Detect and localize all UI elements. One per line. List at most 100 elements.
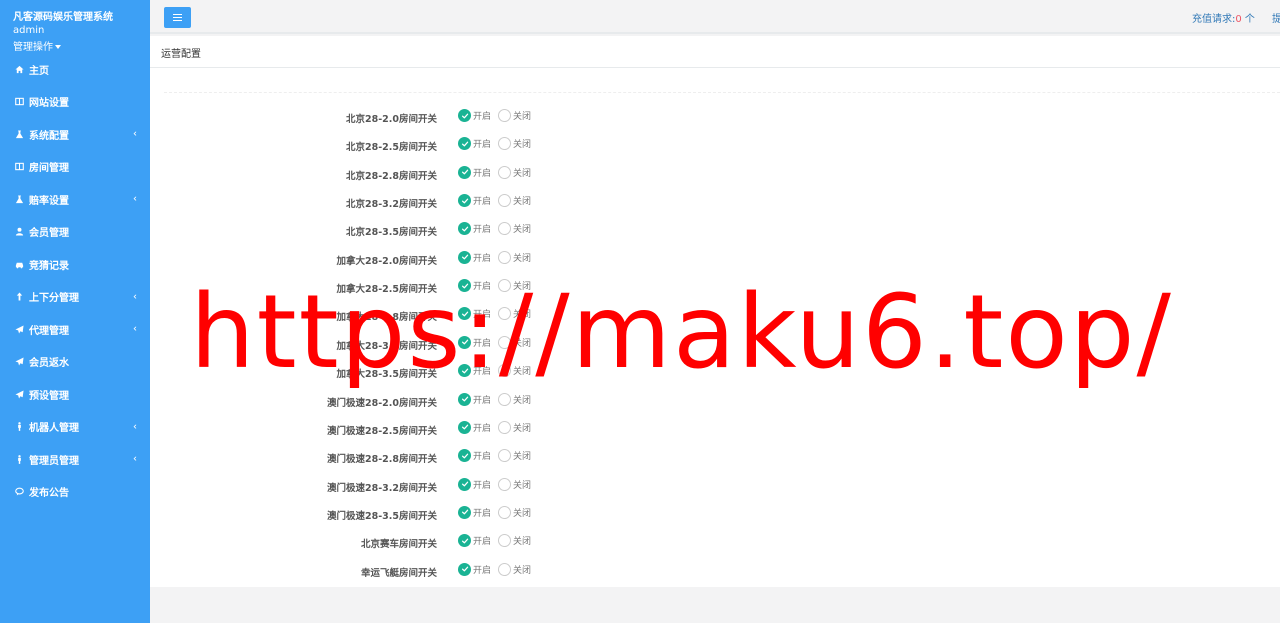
- radio-off[interactable]: 关闭: [498, 420, 531, 434]
- radio-unchecked-icon: [498, 534, 511, 548]
- radio-on[interactable]: 开启: [458, 194, 491, 208]
- room-switch-row: 加拿大28-2.0房间开关 开启 关闭: [150, 249, 850, 269]
- admin-ops-label: 管理操作: [13, 42, 53, 53]
- radio-off[interactable]: 关闭: [498, 109, 531, 122]
- radio-on-label: 开启: [473, 508, 492, 519]
- sidebar-item-10[interactable]: 预设管理: [0, 378, 150, 411]
- radio-checked-icon: [458, 392, 471, 406]
- watermark-text: https://maku6.top/: [190, 273, 1173, 392]
- sidebar-item-0[interactable]: 主页: [0, 53, 150, 86]
- room-switch-row: 澳门极速28-2.5房间开关 开启 关闭: [150, 419, 850, 439]
- radio-off[interactable]: 关闭: [498, 250, 532, 264]
- radio-on[interactable]: 开启: [458, 420, 492, 434]
- radio-on-label: 开启: [473, 140, 492, 151]
- sidebar-item-7[interactable]: 上下分管理 ‹: [0, 281, 150, 314]
- radio-off[interactable]: 关闭: [498, 194, 531, 208]
- radio-checked-icon: [458, 420, 471, 434]
- radio-off[interactable]: 关闭: [498, 534, 532, 548]
- sidebar-item-label: 会员管理: [29, 228, 69, 240]
- radio-off-label: 关闭: [513, 168, 532, 179]
- radio-on-label: 开启: [473, 423, 492, 434]
- sidebar-item-4[interactable]: 赔率设置 ‹: [0, 183, 150, 216]
- chevron-left-icon: ‹: [133, 291, 137, 303]
- sidebar-item-3[interactable]: 房间管理: [0, 151, 150, 184]
- send-icon: [13, 356, 25, 368]
- sidebar-item-6[interactable]: 竞猜记录: [0, 248, 150, 281]
- radio-on[interactable]: 开启: [458, 534, 491, 548]
- sidebar-item-13[interactable]: 发布公告: [0, 476, 150, 509]
- radio-off-label: 关闭: [513, 395, 532, 406]
- radio-off[interactable]: 关闭: [498, 165, 532, 179]
- recharge-requests-link[interactable]: 充值请求:0 个: [1192, 10, 1255, 25]
- sidebar-item-8[interactable]: 代理管理 ‹: [0, 313, 150, 346]
- radio-off[interactable]: 关闭: [498, 137, 531, 151]
- sidebar-item-label: 上下分管理: [29, 293, 79, 305]
- sidebar-item-9[interactable]: 会员返水: [0, 346, 150, 379]
- radio-off[interactable]: 关闭: [498, 449, 532, 463]
- radio-on-label: 开启: [473, 253, 492, 264]
- radio-on[interactable]: 开启: [458, 250, 492, 264]
- send-icon: [13, 388, 25, 400]
- sidebar-item-1[interactable]: 网站设置: [0, 86, 150, 119]
- sidebar-item-2[interactable]: 系统配置 ‹: [0, 118, 150, 151]
- radio-off-label: 关闭: [513, 452, 532, 463]
- arrow-icon: [13, 291, 25, 303]
- radio-off[interactable]: 关闭: [498, 562, 531, 576]
- radio-off-label: 关闭: [513, 537, 532, 548]
- radio-on[interactable]: 开启: [458, 449, 492, 463]
- chevron-left-icon: ‹: [133, 193, 137, 205]
- topbar-extra-link[interactable]: 提: [1272, 10, 1280, 25]
- room-switch-label: 北京28-2.5房间开关: [346, 142, 437, 154]
- male-icon: [13, 421, 25, 433]
- radio-on[interactable]: 开启: [458, 505, 492, 519]
- radio-unchecked-icon: [498, 505, 511, 519]
- radio-off[interactable]: 关闭: [498, 477, 532, 491]
- columns-icon: [13, 161, 25, 173]
- radio-off[interactable]: 关闭: [498, 505, 531, 519]
- room-switch-label: 北京28-2.0房间开关: [346, 114, 437, 125]
- chevron-left-icon: ‹: [133, 453, 137, 465]
- sidebar-item-label: 机器人管理: [29, 423, 79, 435]
- room-switch-label: 北京赛车房间开关: [360, 539, 437, 551]
- radio-on[interactable]: 开启: [458, 165, 491, 179]
- radio-off-label: 关闭: [513, 253, 532, 264]
- sidebar-item-label: 代理管理: [29, 325, 69, 337]
- sidebar-item-label: 网站设置: [29, 98, 69, 110]
- radio-on[interactable]: 开启: [458, 392, 491, 406]
- radio-unchecked-icon: [498, 392, 511, 406]
- radio-on[interactable]: 开启: [458, 222, 491, 236]
- room-switch-label: 加拿大28-2.0房间开关: [336, 255, 438, 267]
- radio-checked-icon: [458, 505, 471, 519]
- radio-on[interactable]: 开启: [458, 137, 492, 151]
- radio-on-label: 开启: [473, 452, 492, 463]
- radio-unchecked-icon: [498, 194, 511, 208]
- panel-title: 运营配置: [161, 49, 201, 60]
- room-switch-label: 北京28-3.2房间开关: [346, 199, 437, 211]
- hamburger-icon: [173, 14, 182, 21]
- radio-unchecked-icon: [498, 449, 511, 463]
- menu-toggle-button[interactable]: [164, 7, 191, 28]
- radio-on[interactable]: 开启: [458, 109, 491, 122]
- sidebar-item-12[interactable]: 管理员管理 ‹: [0, 443, 150, 476]
- room-switch-row: 北京赛车房间开关 开启 关闭: [150, 532, 850, 552]
- sidebar-nav: 主页 网站设置 系统配置 ‹ 房间管理 赔率设置 ‹ 会员管理 竞猜记录 上下分管理 ‹ 代理管理 ‹ 会…: [0, 53, 150, 508]
- radio-off-label: 关闭: [513, 225, 532, 236]
- radio-off-label: 关闭: [513, 480, 532, 491]
- radio-unchecked-icon: [498, 165, 511, 179]
- room-switch-label: 澳门极速28-2.8房间开关: [327, 454, 437, 466]
- room-switch-label: 幸运飞艇房间开关: [360, 567, 437, 579]
- sidebar-item-5[interactable]: 会员管理: [0, 216, 150, 249]
- radio-on[interactable]: 开启: [458, 562, 491, 576]
- sidebar-item-label: 竞猜记录: [29, 260, 69, 272]
- room-switch-label: 澳门极速28-2.5房间开关: [327, 425, 437, 437]
- admin-ops-dropdown[interactable]: 管理操作: [13, 38, 61, 53]
- radio-unchecked-icon: [498, 477, 511, 491]
- radio-off[interactable]: 关闭: [498, 392, 532, 406]
- radio-off[interactable]: 关闭: [498, 222, 532, 236]
- sidebar-item-11[interactable]: 机器人管理 ‹: [0, 411, 150, 444]
- radio-on[interactable]: 开启: [458, 477, 491, 491]
- room-switch-row: 北京28-3.5房间开关 开启 关闭: [150, 220, 850, 240]
- send-icon: [13, 323, 25, 335]
- radio-unchecked-icon: [498, 109, 511, 122]
- topbar: 充值请求:0 个 提: [150, 0, 1280, 34]
